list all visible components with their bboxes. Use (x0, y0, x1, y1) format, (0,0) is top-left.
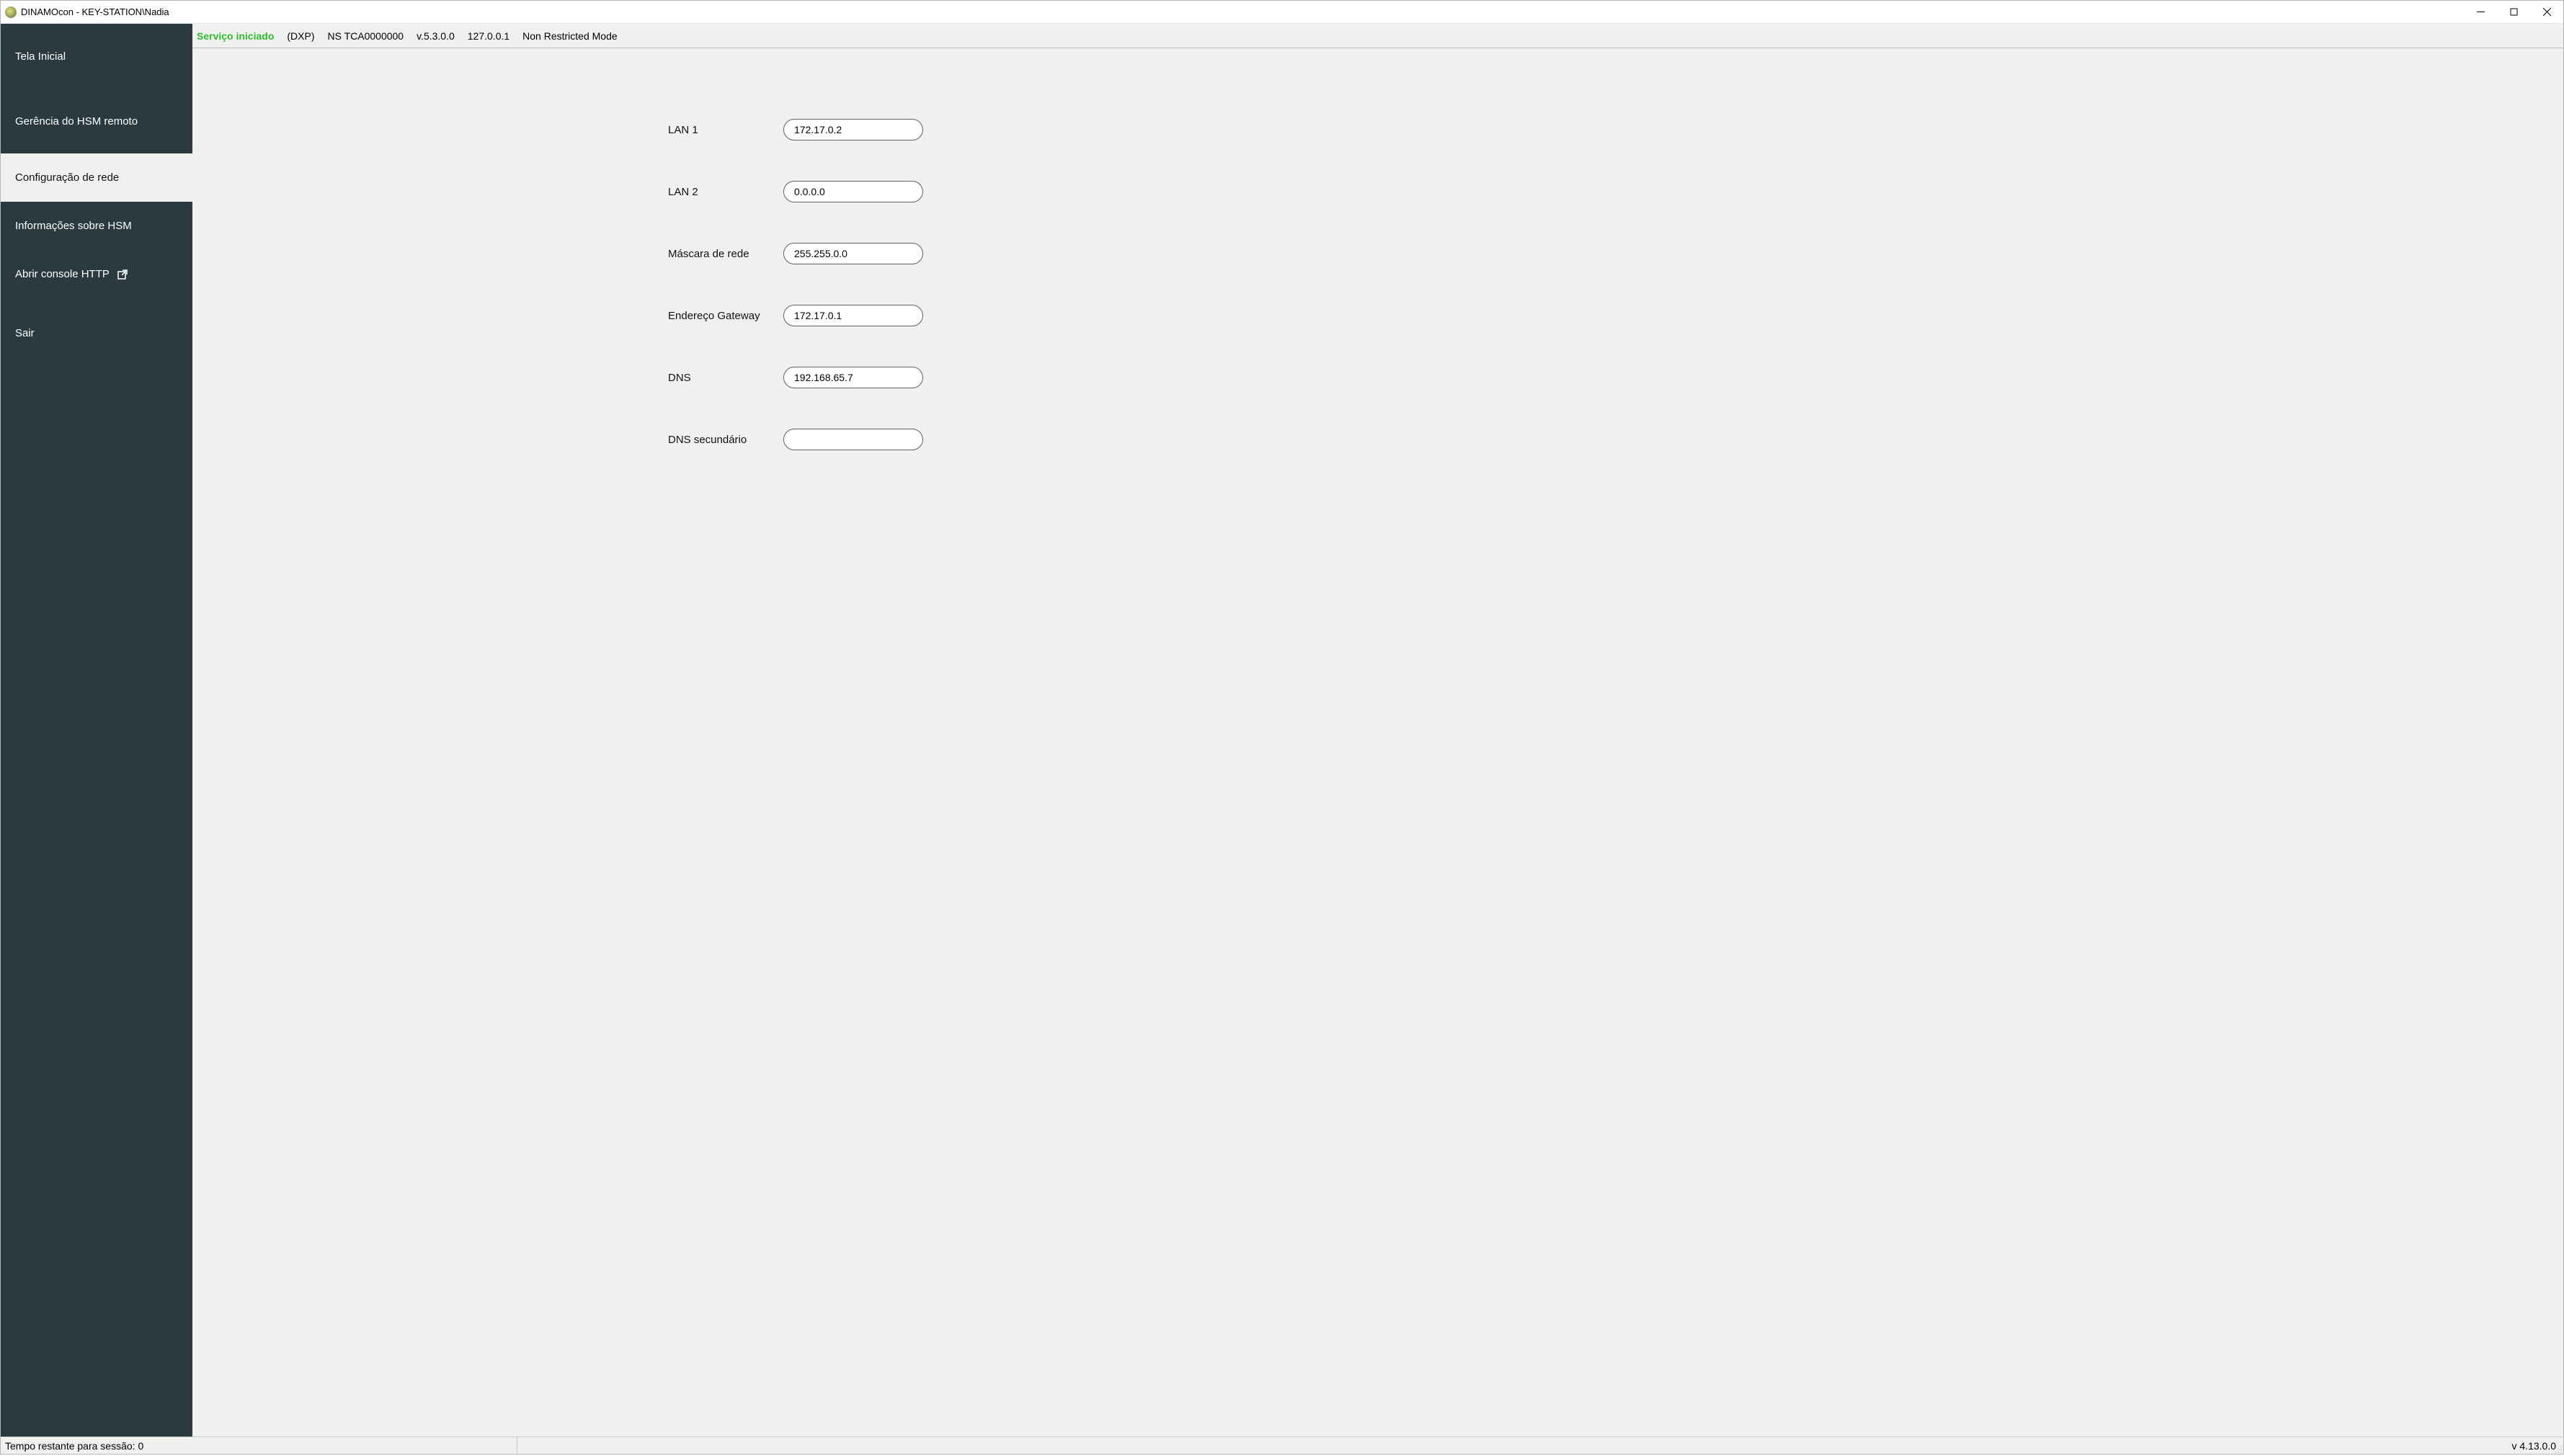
row-dns-secondary: DNS secundário (192, 429, 2563, 450)
app-icon (5, 6, 17, 18)
sidebar-item-label: Abrir console HTTP (15, 268, 110, 280)
status-serial: NS TCA0000000 (328, 30, 404, 42)
input-lan1[interactable] (783, 119, 923, 140)
minimize-button[interactable] (2464, 1, 2497, 24)
footer: Tempo restante para sessão: 0 v 4.13.0.0 (1, 1437, 2563, 1454)
app-body: Tela Inicial Gerência do HSM remoto Conf… (1, 24, 2563, 1437)
row-gateway: Endereço Gateway (192, 305, 2563, 326)
sidebar-item-network-config[interactable]: Configuração de rede (1, 153, 192, 202)
status-bar: Serviço iniciado (DXP) NS TCA0000000 v.5… (192, 24, 2563, 48)
input-netmask[interactable] (783, 243, 923, 264)
label-lan1: LAN 1 (668, 124, 765, 136)
sidebar-item-label: Sair (15, 327, 35, 339)
status-firmware-version: v.5.3.0.0 (417, 30, 455, 42)
row-lan2: LAN 2 (192, 181, 2563, 202)
input-gateway[interactable] (783, 305, 923, 326)
sidebar-item-label: Configuração de rede (15, 171, 119, 184)
status-mode: Non Restricted Mode (522, 30, 618, 42)
row-netmask: Máscara de rede (192, 243, 2563, 264)
sidebar-item-label: Informações sobre HSM (15, 220, 132, 232)
label-dns: DNS (668, 372, 765, 384)
window-title: DINAMOcon - KEY-STATION\Nadia (21, 6, 169, 17)
input-dns-secondary[interactable] (783, 429, 923, 450)
sidebar-item-home[interactable]: Tela Inicial (1, 24, 192, 89)
close-icon (2543, 8, 2551, 16)
external-link-icon (117, 269, 128, 280)
sidebar-item-label: Tela Inicial (15, 50, 66, 63)
main-area: Serviço iniciado (DXP) NS TCA0000000 v.5… (192, 24, 2563, 1437)
content-pane: LAN 1 LAN 2 Máscara de rede Endereço Gat… (192, 48, 2563, 1437)
input-dns[interactable] (783, 367, 923, 388)
status-ip: 127.0.0.1 (468, 30, 509, 42)
maximize-button[interactable] (2497, 1, 2530, 24)
sidebar-item-open-http-console[interactable]: Abrir console HTTP (1, 250, 192, 298)
minimize-icon (2477, 8, 2485, 16)
session-time-value: 0 (138, 1440, 144, 1452)
titlebar[interactable]: DINAMOcon - KEY-STATION\Nadia (1, 1, 2563, 24)
label-gateway: Endereço Gateway (668, 310, 765, 322)
session-time-label: Tempo restante para sessão: (5, 1440, 135, 1452)
label-dns-secondary: DNS secundário (668, 434, 765, 446)
row-lan1: LAN 1 (192, 119, 2563, 140)
label-lan2: LAN 2 (668, 186, 765, 198)
close-button[interactable] (2530, 1, 2563, 24)
status-service: Serviço iniciado (197, 30, 274, 42)
row-dns: DNS (192, 367, 2563, 388)
sidebar-item-hsm-management[interactable]: Gerência do HSM remoto (1, 89, 192, 153)
sidebar-item-exit[interactable]: Sair (1, 298, 192, 367)
status-model: (DXP) (287, 30, 314, 42)
resize-grip[interactable] (2554, 1444, 2563, 1453)
app-version: v 4.13.0.0 (2512, 1440, 2560, 1452)
sidebar-item-hsm-info[interactable]: Informações sobre HSM (1, 202, 192, 250)
sidebar: Tela Inicial Gerência do HSM remoto Conf… (1, 24, 192, 1437)
label-netmask: Máscara de rede (668, 248, 765, 260)
app-window: DINAMOcon - KEY-STATION\Nadia Tela Inici… (0, 0, 2564, 1455)
maximize-icon (2510, 8, 2518, 16)
input-lan2[interactable] (783, 181, 923, 202)
network-form: LAN 1 LAN 2 Máscara de rede Endereço Gat… (192, 119, 2563, 491)
sidebar-item-label: Gerência do HSM remoto (15, 115, 138, 128)
